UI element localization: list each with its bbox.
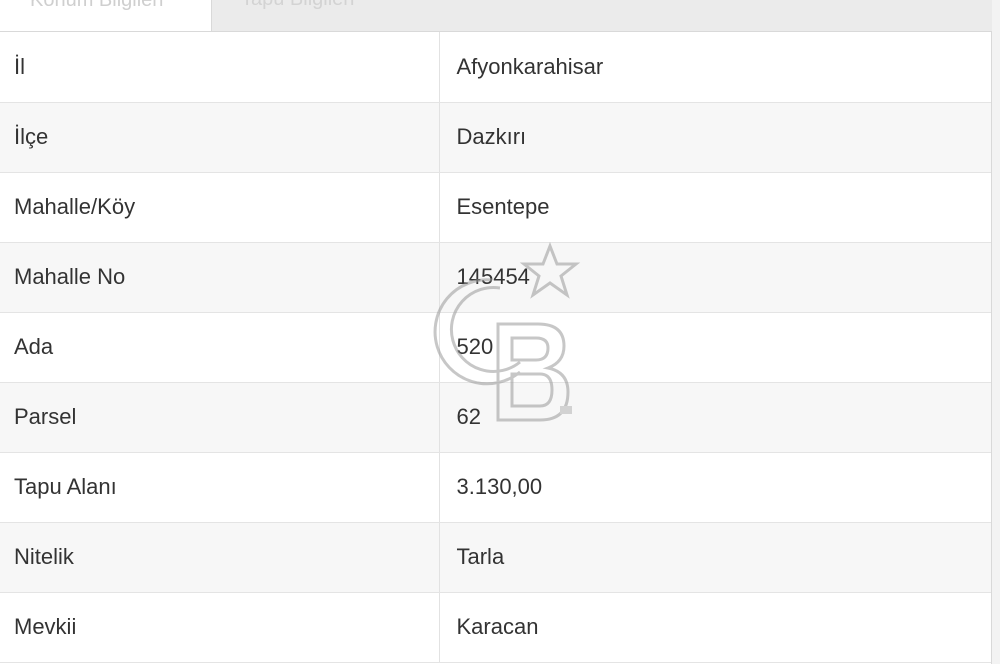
table-row: Mevkii Karacan bbox=[0, 592, 991, 663]
row-label: Ada bbox=[0, 312, 440, 383]
table-row: Mahalle No 145454 bbox=[0, 242, 991, 313]
row-value: 3.130,00 bbox=[439, 452, 991, 523]
row-value: Tarla bbox=[439, 522, 991, 593]
row-value: 145454 bbox=[439, 242, 991, 313]
row-label: Mahalle No bbox=[0, 242, 440, 313]
row-label: İlçe bbox=[0, 102, 440, 173]
tab-konum-bilgileri[interactable]: Konum Bilgileri bbox=[0, 0, 212, 32]
table-row: Parsel 62 bbox=[0, 382, 991, 453]
scrollbar-track[interactable] bbox=[992, 0, 1000, 664]
table-row: Nitelik Tarla bbox=[0, 522, 991, 593]
row-label: Parsel bbox=[0, 382, 440, 453]
row-label: Tapu Alanı bbox=[0, 452, 440, 523]
row-value: Dazkırı bbox=[439, 102, 991, 173]
table-row: Tapu Alanı 3.130,00 bbox=[0, 452, 991, 523]
table-row: Ada 520 bbox=[0, 312, 991, 383]
row-label: Nitelik bbox=[0, 522, 440, 593]
row-value: 62 bbox=[439, 382, 991, 453]
property-table: İl Afyonkarahisar İlçe Dazkırı Mahalle/K… bbox=[0, 32, 991, 663]
info-panel: İl Afyonkarahisar İlçe Dazkırı Mahalle/K… bbox=[0, 31, 992, 664]
row-value: 520 bbox=[439, 312, 991, 383]
row-value: Esentepe bbox=[439, 172, 991, 243]
tab-label: Konum Bilgileri bbox=[30, 0, 164, 11]
row-label: Mevkii bbox=[0, 592, 440, 663]
table-row: İl Afyonkarahisar bbox=[0, 32, 991, 103]
tab-label: Tapu Bilgileri bbox=[241, 0, 354, 11]
row-value: Karacan bbox=[439, 592, 991, 663]
row-label: Mahalle/Köy bbox=[0, 172, 440, 243]
row-value: Afyonkarahisar bbox=[439, 32, 991, 103]
table-row: İlçe Dazkırı bbox=[0, 102, 991, 173]
property-info-window: Konum Bilgileri Tapu Bilgileri İl Afyonk… bbox=[0, 0, 1000, 664]
table-row: Mahalle/Köy Esentepe bbox=[0, 172, 991, 243]
row-label: İl bbox=[0, 32, 440, 103]
tab-tapu-bilgileri[interactable]: Tapu Bilgileri bbox=[213, 0, 453, 32]
tab-bar: Konum Bilgileri Tapu Bilgileri bbox=[0, 0, 1000, 32]
